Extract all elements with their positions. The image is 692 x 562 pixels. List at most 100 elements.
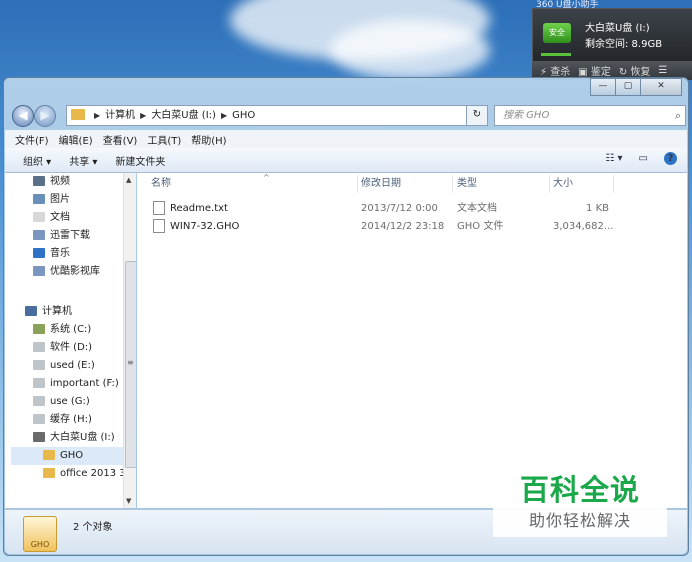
sidebar-item-4[interactable]: 音乐	[5, 245, 70, 263]
watermark: 百科全说 助你轻松解决	[493, 455, 667, 537]
sidebar-item-0[interactable]: 视频	[5, 173, 70, 191]
back-button[interactable]: ◀	[12, 105, 34, 127]
sidebar-item-14[interactable]: GHO	[11, 447, 136, 465]
sidebar-item-12[interactable]: 缓存 (H:)	[5, 411, 92, 429]
sidebar-item-label: 文档	[50, 212, 70, 223]
address-bar[interactable]: ▶ 计算机 ▶ 大白菜U盘 (I:) ▶ GHO ▼	[66, 105, 478, 126]
watermark-title: 百科全说	[519, 473, 640, 507]
sidebar-item-8[interactable]: 软件 (D:)	[5, 339, 92, 357]
sidebar-item-label: 音乐	[50, 248, 70, 259]
drive-icon	[33, 342, 45, 352]
sidebar-item-label: 大白菜U盘 (I:)	[50, 432, 115, 443]
computer-icon	[25, 306, 37, 316]
scroll-grip-icon: ≡	[127, 358, 134, 367]
widget-menu-icon[interactable]: ☰	[658, 65, 667, 76]
sidebar-item-5[interactable]: 优酷影视库	[5, 263, 100, 281]
safe-badge: 安全	[543, 23, 571, 43]
sidebar-item-label: 计算机	[42, 306, 72, 317]
item-count: 2 个对象	[73, 522, 113, 533]
column-size[interactable]: 大小	[553, 173, 573, 195]
sidebar-item-label: office 2013 32	[60, 468, 132, 479]
table-row[interactable]: Readme.txt 2013/7/12 0:00 文本文档 1 KB	[137, 200, 677, 218]
nav-scrollbar[interactable]: ▲ ≡ ▼	[123, 173, 136, 508]
recover-button[interactable]: ↻ 恢复	[619, 63, 651, 78]
column-type[interactable]: 类型	[457, 173, 477, 195]
sidebar-item-label: 图片	[50, 194, 70, 205]
breadcrumb: ▶ 计算机 ▶ 大白菜U盘 (I:) ▶ GHO	[89, 106, 255, 125]
gho-file-icon	[153, 219, 165, 233]
usb-usage-bar	[541, 53, 571, 56]
file-date: 2014/12/2 23:18	[361, 221, 445, 232]
column-divider	[549, 175, 550, 193]
sidebar-item-11[interactable]: use (G:)	[5, 393, 90, 411]
sidebar-item-7[interactable]: 系统 (C:)	[5, 321, 91, 339]
minimize-button[interactable]: —	[590, 78, 616, 96]
folder-icon	[71, 109, 85, 120]
address-row: ◀ ▶ ▶ 计算机 ▶ 大白菜U盘 (I:) ▶ GHO ▼ ↻ 搜索 GHO …	[8, 102, 686, 128]
column-divider	[357, 175, 358, 193]
table-row[interactable]: WIN7-32.GHO 2014/12/2 23:18 GHO 文件 3,034…	[137, 218, 677, 236]
menu-help[interactable]: 帮助(H)	[191, 132, 226, 147]
sidebar-item-label: use (G:)	[50, 396, 90, 407]
sidebar-item-label: 视频	[50, 176, 70, 187]
scan-button[interactable]: ⚡ 查杀	[540, 63, 570, 78]
search-icon[interactable]: ⌕	[675, 106, 681, 125]
search-input[interactable]: 搜索 GHO ⌕	[494, 105, 686, 126]
new-folder-button[interactable]: 新建文件夹	[115, 153, 165, 168]
sidebar-item-label: 缓存 (H:)	[50, 414, 92, 425]
sidebar-item-9[interactable]: used (E:)	[5, 357, 95, 375]
menu-file[interactable]: 文件(F)	[15, 132, 49, 147]
help-icon[interactable]: ?	[664, 152, 677, 165]
sidebar-item-6[interactable]: 计算机	[5, 303, 72, 321]
column-date[interactable]: 修改日期	[361, 173, 401, 195]
sidebar-item-label: 迅雷下载	[50, 230, 90, 241]
view-controls: ☷ ▾ ▭ ?	[589, 152, 677, 165]
scroll-down-icon[interactable]: ▼	[126, 497, 131, 505]
column-divider	[613, 175, 614, 193]
menu-tools[interactable]: 工具(T)	[147, 132, 181, 147]
text-file-icon	[153, 201, 165, 215]
sidebar-item-label: used (E:)	[50, 360, 95, 371]
sidebar-item-label: GHO	[60, 450, 84, 461]
drive-icon	[33, 360, 45, 370]
sidebar-item-label: 软件 (D:)	[50, 342, 93, 353]
sidebar-item-label: 系统 (C:)	[50, 324, 92, 335]
sidebar-item-15[interactable]: office 2013 32	[5, 465, 132, 483]
column-name[interactable]: 名称 ^	[151, 173, 270, 195]
cloud	[330, 20, 490, 80]
sidebar-item-2[interactable]: 文档	[5, 209, 70, 227]
view-options-icon[interactable]: ☷ ▾	[605, 153, 622, 164]
scroll-up-icon[interactable]: ▲	[126, 176, 131, 184]
usb-free-space: 剩余空间: 8.9GB	[585, 39, 663, 50]
share-button[interactable]: 共享 ▾	[69, 153, 97, 168]
system-drive-icon	[33, 324, 45, 334]
usb-helper-widget: 360 U盘小助手 安全 大白菜U盘 (I:) 剩余空间: 8.9GB ⚡ 查杀…	[532, 0, 692, 80]
sidebar-item-10[interactable]: important (F:)	[5, 375, 119, 393]
close-button[interactable]: ✕	[640, 78, 682, 96]
folder-icon	[43, 450, 55, 460]
drive-icon	[33, 378, 45, 388]
crumb-gho[interactable]: GHO	[232, 106, 255, 125]
refresh-button[interactable]: ↻	[466, 105, 488, 126]
column-divider	[452, 175, 453, 193]
usb-drive-name: 大白菜U盘 (I:)	[585, 23, 650, 34]
file-type: GHO 文件	[457, 221, 504, 232]
thumbnail-label: GHO	[30, 540, 50, 549]
sidebar-item-3[interactable]: 迅雷下载	[5, 227, 90, 245]
organize-button[interactable]: 组织 ▾	[23, 153, 51, 168]
folder-thumbnail-icon: GHO	[23, 516, 57, 552]
maximize-button[interactable]: ▢	[615, 78, 641, 96]
crumb-usb-drive[interactable]: 大白菜U盘 (I:)	[151, 106, 216, 125]
crumb-computer[interactable]: 计算机	[105, 106, 135, 125]
forward-button[interactable]: ▶	[34, 105, 56, 127]
menu-view[interactable]: 查看(V)	[103, 132, 138, 147]
identify-button[interactable]: ▣ 鉴定	[578, 63, 611, 78]
preview-pane-icon[interactable]: ▭	[639, 153, 648, 164]
sidebar-item-13[interactable]: 大白菜U盘 (I:)	[5, 429, 115, 447]
menu-edit[interactable]: 编辑(E)	[59, 132, 93, 147]
sidebar-item-1[interactable]: 图片	[5, 191, 70, 209]
file-size: 3,034,682...	[553, 221, 614, 232]
drive-icon	[33, 396, 45, 406]
widget-panel: 安全 大白菜U盘 (I:) 剩余空间: 8.9GB	[532, 8, 692, 62]
command-bar: 组织 ▾ 共享 ▾ 新建文件夹 ☷ ▾ ▭ ?	[5, 148, 687, 173]
